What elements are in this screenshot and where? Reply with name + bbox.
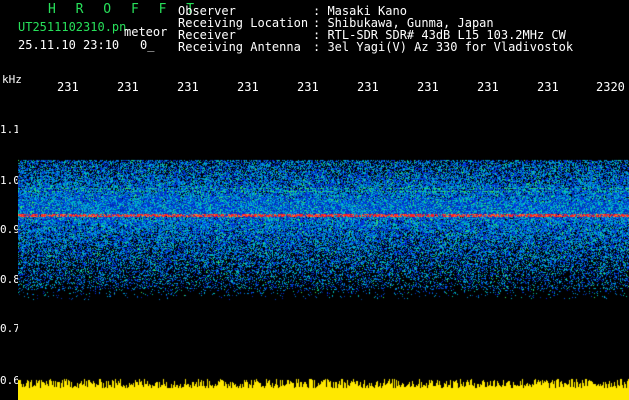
- power-level-bar: [18, 374, 629, 400]
- meteor-label: meteor: [124, 25, 168, 39]
- spectrogram: [18, 98, 629, 374]
- info-value-antenna: : 3el Yagi(V) Az 330 for Vladivostok: [313, 40, 574, 54]
- x-tick-label: 231: [357, 80, 379, 94]
- y-tick-label: 1.0: [0, 174, 20, 187]
- y-tick-label: 1.1: [0, 123, 20, 136]
- y-tick-label: 0.8: [0, 273, 20, 286]
- observation-datetime: 25.11.10 23:10: [18, 38, 120, 52]
- x-tick-label: 231: [57, 80, 79, 94]
- x-tick-label: 231: [537, 80, 559, 94]
- y-axis-unit: kHz: [2, 73, 22, 86]
- x-tick-label: 231: [297, 80, 319, 94]
- x-tick-label: 231: [237, 80, 259, 94]
- file-name: UT2511102310.pn: [18, 20, 127, 34]
- x-tick-label: 231: [117, 80, 139, 94]
- info-label-antenna: Receiving Antenna: [178, 40, 301, 54]
- y-tick-label: 0.6: [0, 374, 20, 387]
- x-tick-label: 231: [177, 80, 199, 94]
- y-tick-label: 0.7: [0, 322, 20, 335]
- x-tick-label: 2320: [596, 80, 625, 94]
- y-tick-label: 0.9: [0, 223, 20, 236]
- x-tick-label: 231: [417, 80, 439, 94]
- x-tick-label: 231: [477, 80, 499, 94]
- status-flag: 0_: [140, 38, 155, 52]
